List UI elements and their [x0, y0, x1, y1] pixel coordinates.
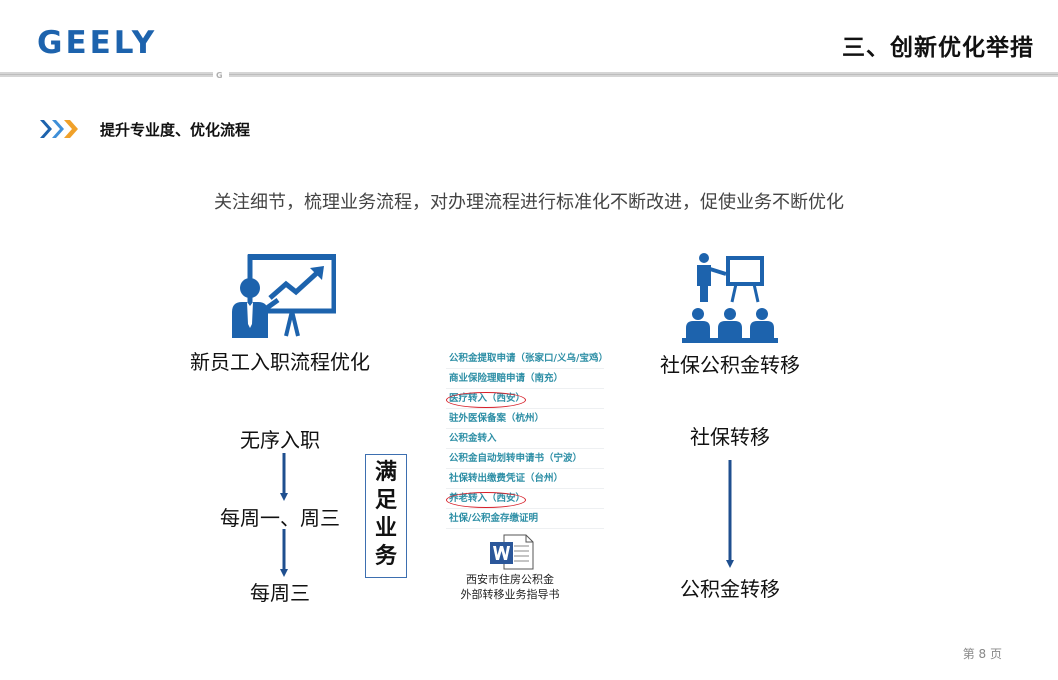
list-item: 医疗转入（西安） — [446, 389, 604, 409]
left-step-2: 每周一、周三 — [220, 506, 340, 530]
satisfy-business-badge: 满 足 业 务 — [365, 454, 407, 578]
svg-text:GEELY: GEELY — [37, 26, 157, 56]
list-item: 公积金提取申请（张家口/义乌/宝鸡） — [446, 349, 608, 369]
list-item: 公积金自动划转申请书（宁波） — [446, 449, 604, 469]
right-step-1: 社保转移 — [690, 425, 770, 449]
badge-char: 满 — [374, 460, 397, 485]
file-name[interactable]: 西安市住房公积金 外部转移业务指导书 — [430, 572, 590, 602]
geely-logo: GEELY — [37, 26, 157, 56]
right-flow-title: 社保公积金转移 — [660, 353, 800, 377]
arrow-down-icon — [280, 529, 288, 577]
list-item: 养老转入（西安） — [446, 489, 604, 509]
badge-char: 业 — [374, 516, 397, 541]
left-step-1: 无序入职 — [240, 428, 320, 452]
list-item: 商业保险理赔申请（南充） — [446, 369, 604, 389]
section-title: 提升专业度、优化流程 — [100, 121, 251, 139]
list-item: 社保/公积金存缴证明 — [446, 509, 604, 529]
file-name-line2: 外部转移业务指导书 — [460, 588, 560, 601]
list-item: 驻外医保备案（杭州） — [446, 409, 604, 429]
left-flow-title: 新员工入职流程优化 — [190, 350, 370, 374]
page-title: 三、创新优化举措 — [842, 35, 1034, 61]
right-step-2: 公积金转移 — [680, 577, 780, 601]
document-list: 公积金提取申请（张家口/义乌/宝鸡） 商业保险理赔申请（南充） 医疗转入（西安）… — [446, 349, 608, 529]
arrow-down-icon — [726, 460, 734, 568]
list-item: 公积金转入 — [446, 429, 604, 449]
trainer-audience-icon — [682, 253, 778, 343]
left-step-3: 每周三 — [250, 581, 310, 605]
presenter-chart-icon — [232, 254, 336, 338]
arrow-down-icon — [280, 453, 288, 501]
subtitle: 关注细节，梳理业务流程，对办理流程进行标准化不断改进，促使业务不断优化 — [214, 192, 844, 213]
header-divider: G — [0, 71, 1058, 79]
svg-text:G: G — [216, 71, 223, 79]
file-name-line1: 西安市住房公积金 — [466, 573, 554, 586]
badge-char: 足 — [374, 488, 397, 513]
word-document-icon[interactable] — [490, 534, 534, 570]
badge-char: 务 — [374, 544, 397, 569]
chevron-arrows-icon — [40, 120, 78, 138]
page-number: 第 8 页 — [962, 647, 1002, 661]
list-item: 社保转出缴费凭证（台州） — [446, 469, 604, 489]
